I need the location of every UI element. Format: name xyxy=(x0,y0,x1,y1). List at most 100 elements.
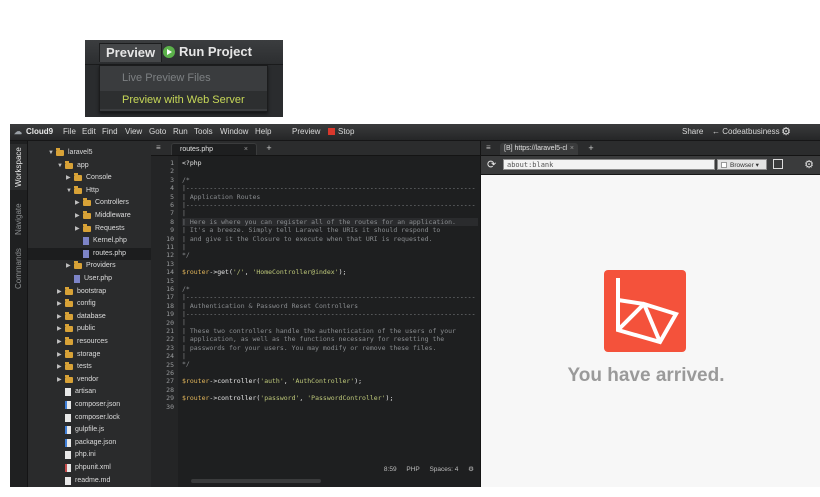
tree-file[interactable]: artisan xyxy=(28,386,151,398)
share-button[interactable]: Share xyxy=(682,124,703,140)
caret-right-icon[interactable]: ▶ xyxy=(57,361,65,373)
folder-icon xyxy=(83,211,91,219)
caret-down-icon[interactable]: ▼ xyxy=(48,147,56,159)
tree-file[interactable]: package.json xyxy=(28,437,151,449)
menu-window[interactable]: Window xyxy=(220,124,248,140)
caret-down-icon[interactable]: ▼ xyxy=(57,160,65,172)
url-input[interactable]: about:blank xyxy=(503,159,715,170)
menu-file[interactable]: File xyxy=(63,124,76,140)
caret-right-icon[interactable]: ▶ xyxy=(57,336,65,348)
caret-right-icon[interactable]: ▶ xyxy=(75,197,83,209)
tree-folder[interactable]: ▼ laravel5 xyxy=(28,147,151,159)
tree-file[interactable]: readme.md xyxy=(28,475,151,487)
preview-close-icon[interactable]: × xyxy=(570,143,574,155)
caret-right-icon[interactable]: ▶ xyxy=(75,210,83,222)
popout-icon[interactable] xyxy=(773,159,783,169)
tab-label: routes.php xyxy=(180,146,214,153)
menu-edit[interactable]: Edit xyxy=(82,124,96,140)
menu-preview[interactable]: Preview xyxy=(292,124,320,140)
caret-right-icon[interactable]: ▶ xyxy=(57,311,65,323)
run-project-button[interactable]: Run Project xyxy=(163,44,252,60)
menu-item-preview-web-server[interactable]: Preview with Web Server xyxy=(100,91,267,109)
code-token: 'auth' xyxy=(260,377,284,386)
settings-gear-icon[interactable]: ⚙ xyxy=(781,127,791,138)
tree-file[interactable]: phpunit.xml xyxy=(28,462,151,474)
tree-folder[interactable]: ▶ database xyxy=(28,311,151,323)
preview-settings-gear-icon[interactable]: ⚙ xyxy=(804,160,814,171)
line-number: 14 xyxy=(166,268,174,277)
file-icon xyxy=(65,413,71,422)
horizontal-scrollbar[interactable] xyxy=(191,479,321,483)
menu-run[interactable]: Run xyxy=(173,124,188,140)
caret-right-icon[interactable]: ▶ xyxy=(57,374,65,386)
menu-help[interactable]: Help xyxy=(255,124,271,140)
editor-settings-gear-icon[interactable]: ⚙ xyxy=(468,466,474,473)
menu-goto[interactable]: Goto xyxy=(149,124,166,140)
caret-down-icon[interactable]: ▼ xyxy=(66,185,74,197)
tree-folder[interactable]: ▶ Requests xyxy=(28,223,151,235)
refresh-icon[interactable]: ⟳ xyxy=(487,158,496,172)
tree-file[interactable]: gulpfile.js xyxy=(28,424,151,436)
line-number: 26 xyxy=(166,369,174,377)
tree-file[interactable]: composer.lock xyxy=(28,412,151,424)
tree-folder[interactable]: ▶ config xyxy=(28,298,151,310)
new-tab-button[interactable]: + xyxy=(261,143,277,154)
preview-new-tab-button[interactable]: + xyxy=(583,143,599,154)
preview-tab-menu-icon[interactable]: ≡ xyxy=(486,144,491,152)
tree-folder[interactable]: ▶ tests xyxy=(28,361,151,373)
tree-folder[interactable]: ▶ vendor xyxy=(28,374,151,386)
language-mode[interactable]: PHP xyxy=(406,466,419,473)
tree-file[interactable]: routes.php xyxy=(28,247,151,260)
tree-folder[interactable]: ▼ app xyxy=(28,160,151,172)
tree-folder[interactable]: ▼ Http xyxy=(28,185,151,197)
tab-commands[interactable]: Commands xyxy=(10,245,27,293)
menu-find[interactable]: Find xyxy=(102,124,118,140)
line-number: 6 xyxy=(170,201,174,209)
tree-folder[interactable]: ▶ Providers xyxy=(28,260,151,272)
menu-tools[interactable]: Tools xyxy=(194,124,213,140)
tree-folder[interactable]: ▶ resources xyxy=(28,336,151,348)
tree-folder[interactable]: ▶ Controllers xyxy=(28,197,151,209)
caret-right-icon[interactable]: ▶ xyxy=(66,172,74,184)
code-line: $router->controller('password', 'Passwor… xyxy=(182,394,478,402)
caret-right-icon[interactable]: ▶ xyxy=(57,323,65,335)
indent-setting[interactable]: Spaces: 4 xyxy=(429,466,458,473)
tree-file[interactable]: php.ini xyxy=(28,449,151,461)
caret-right-icon[interactable]: ▶ xyxy=(57,286,65,298)
caret-right-icon[interactable]: ▶ xyxy=(57,349,65,361)
tree-folder[interactable]: ▶ Middleware xyxy=(28,210,151,222)
tree-file[interactable]: Kernel.php xyxy=(28,235,151,247)
browser-preview-pane: ≡ [B] https://laravel5-cl × + ⟳ about:bl… xyxy=(480,141,820,487)
tree-folder[interactable]: ▶ bootstrap xyxy=(28,286,151,298)
menu-view[interactable]: View xyxy=(125,124,142,140)
preview-tab[interactable]: [B] https://laravel5-cl × xyxy=(500,143,578,155)
close-icon[interactable]: × xyxy=(244,144,248,156)
tab-menu-icon[interactable]: ≡ xyxy=(156,144,161,152)
cloud9-logo[interactable]: ☁ Cloud9 xyxy=(14,124,53,140)
preview-button[interactable]: Preview xyxy=(99,43,163,62)
browser-select[interactable]: Browser ▾ xyxy=(717,159,767,170)
tree-file[interactable]: User.php xyxy=(28,273,151,285)
tree-file[interactable]: composer.json xyxy=(28,399,151,411)
side-tabs: Workspace Navigate Commands xyxy=(10,141,28,487)
caret-right-icon[interactable]: ▶ xyxy=(75,223,83,235)
tree-folder[interactable]: ▶ storage xyxy=(28,349,151,361)
code-token: <?php xyxy=(182,159,202,167)
code-line: */ xyxy=(182,251,478,259)
tab-routes-php[interactable]: routes.php × xyxy=(171,143,257,155)
user-menu[interactable]: ← Codeatbusiness xyxy=(712,124,780,140)
tab-workspace[interactable]: Workspace xyxy=(10,144,27,190)
caret-right-icon[interactable]: ▶ xyxy=(66,260,74,272)
menu-item-live-preview[interactable]: Live Preview Files xyxy=(100,69,267,87)
preview-tab-label: [B] https://laravel5-cl xyxy=(504,145,568,152)
code-content[interactable]: <?php/* |--------------------------------… xyxy=(182,156,478,411)
caret-right-icon[interactable]: ▶ xyxy=(57,298,65,310)
tree-folder[interactable]: ▶ public xyxy=(28,323,151,335)
stop-button[interactable]: Stop xyxy=(328,124,354,140)
code-token: |---------------------------------------… xyxy=(182,184,476,193)
code-token: | Here is where you can register all of … xyxy=(182,217,456,226)
tree-folder[interactable]: ▶ Console xyxy=(28,172,151,184)
code-token: */ xyxy=(182,360,190,369)
tab-navigate[interactable]: Navigate xyxy=(10,197,27,241)
